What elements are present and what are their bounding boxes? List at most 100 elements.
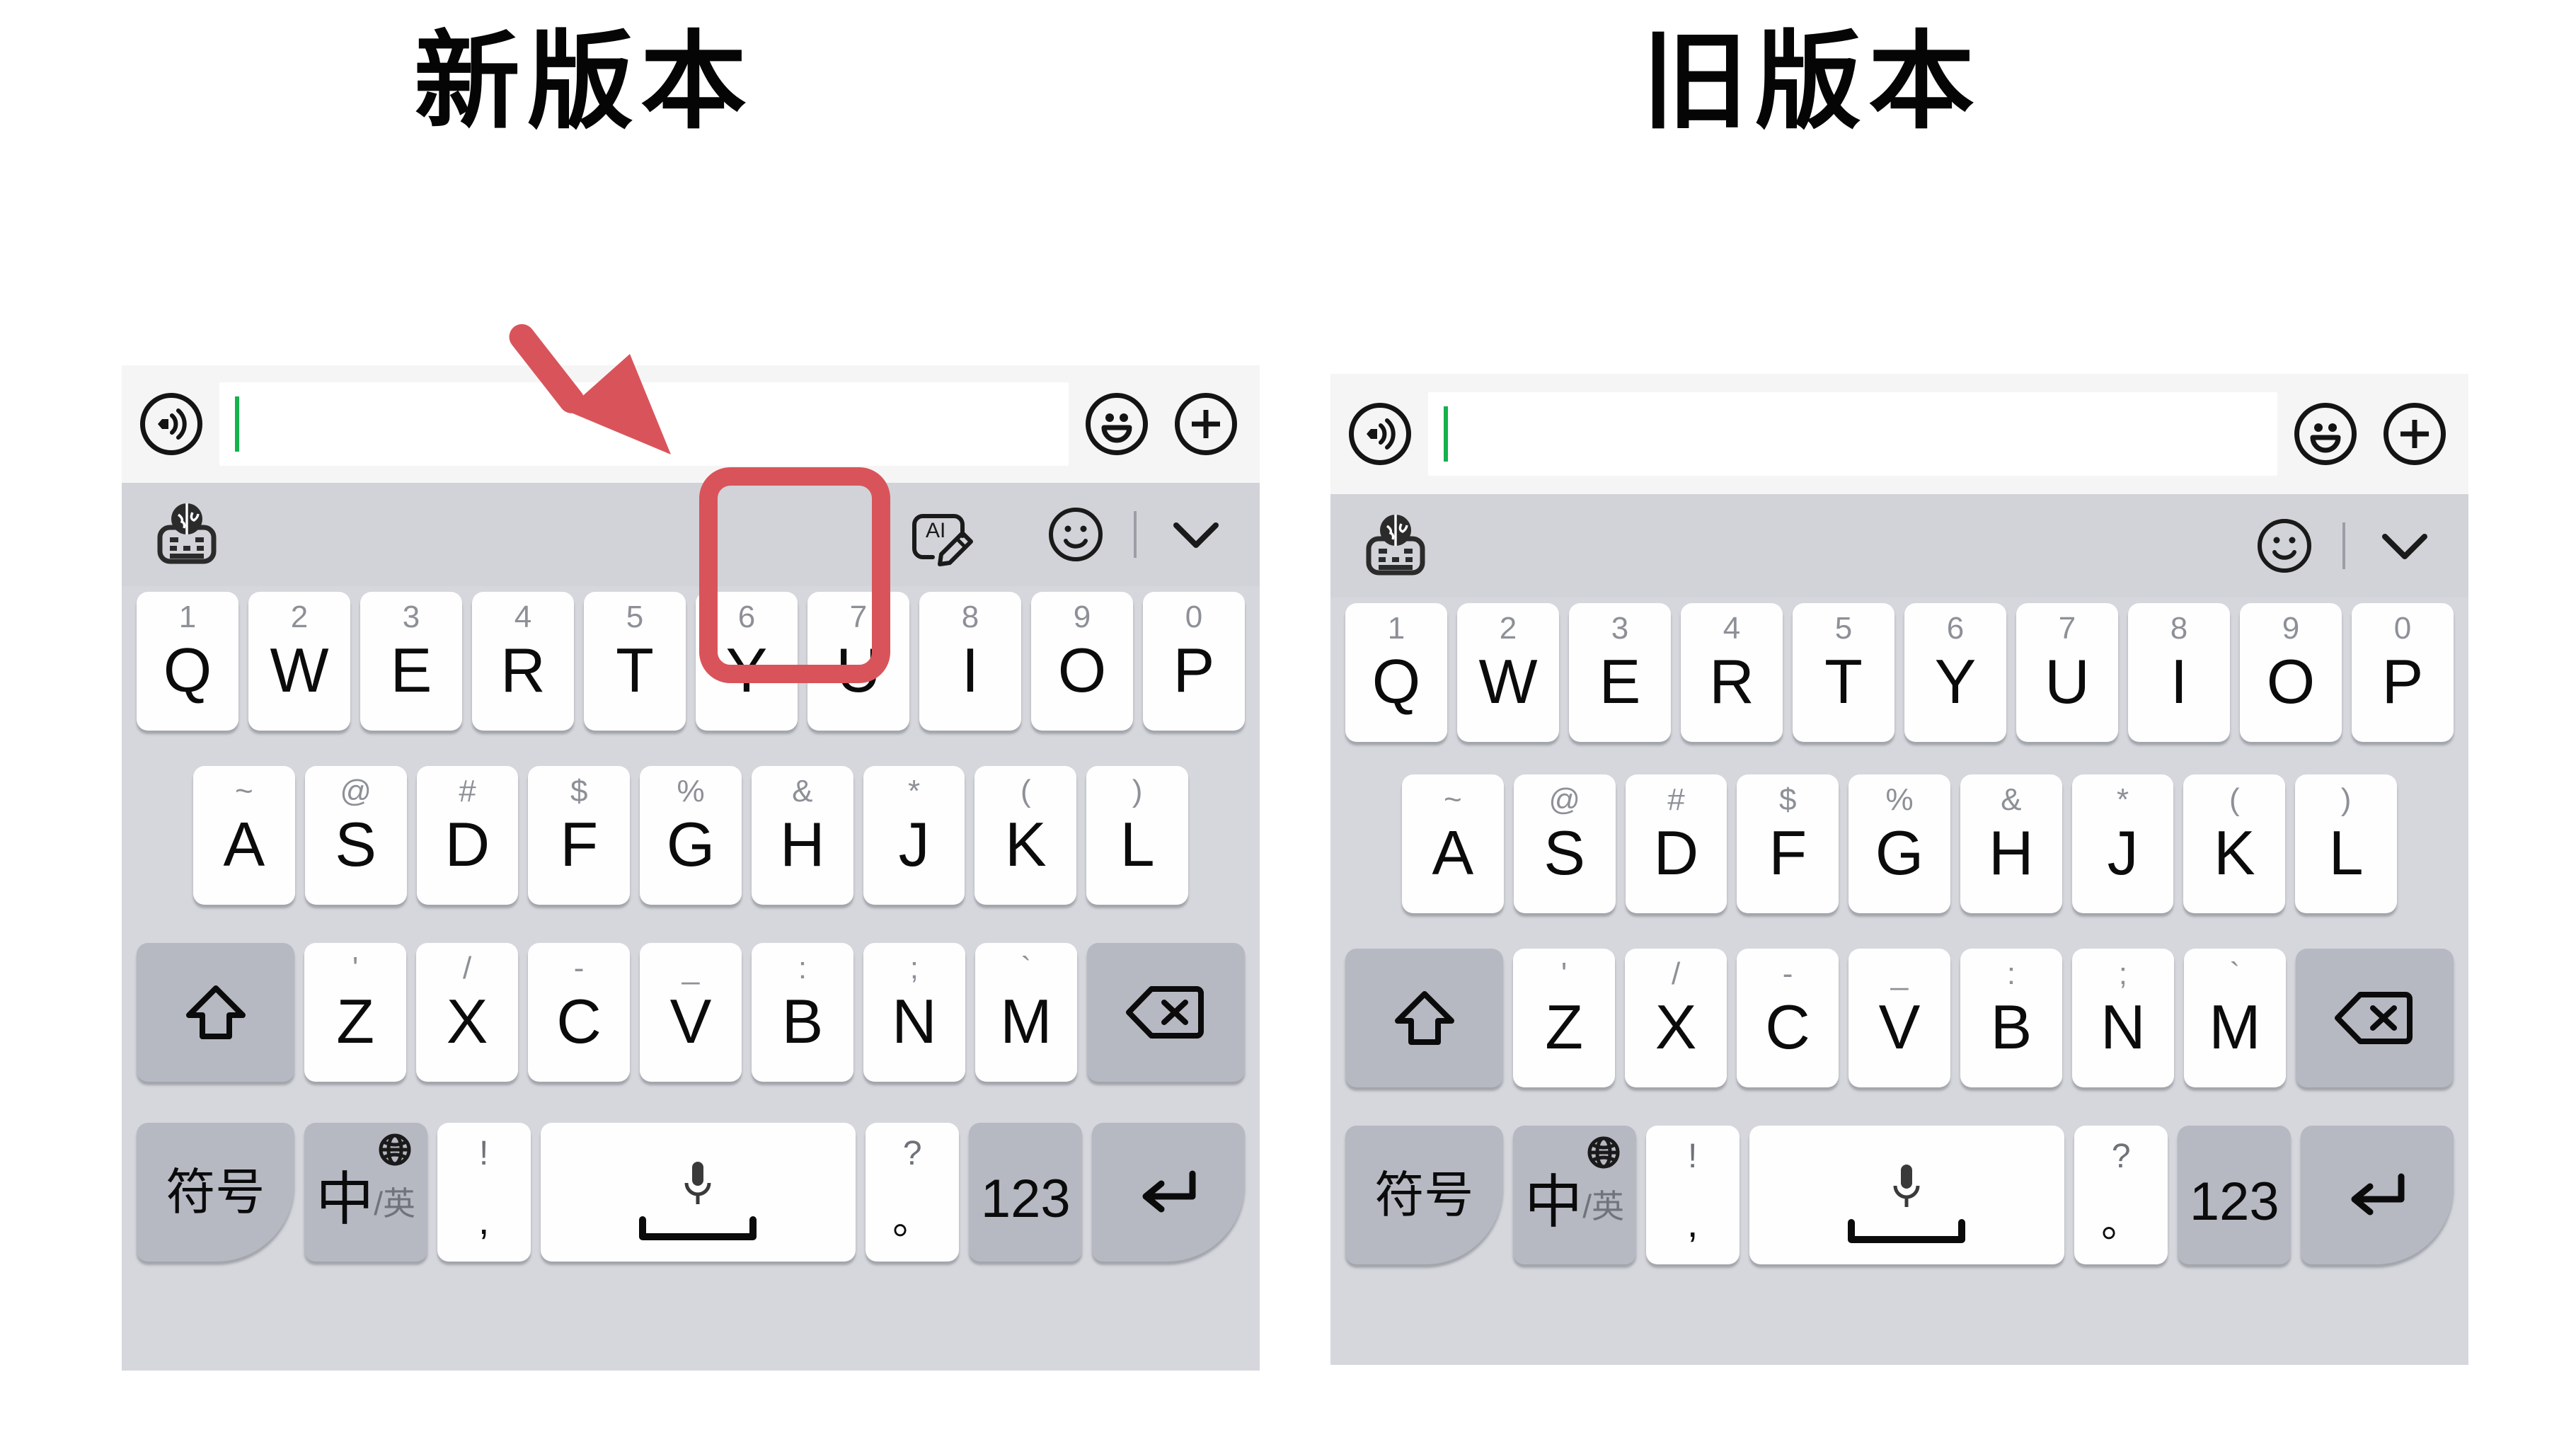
- chevron-down-icon[interactable]: [2369, 521, 2440, 571]
- smiley-outline-icon[interactable]: [2250, 512, 2318, 580]
- symbol-key[interactable]: 符号: [137, 1123, 294, 1262]
- key-sup: ': [352, 951, 359, 985]
- key-b[interactable]: :B: [1960, 949, 2062, 1087]
- key-y[interactable]: 6Y: [696, 592, 798, 731]
- key-p[interactable]: 0P: [1143, 592, 1245, 731]
- key-p[interactable]: 0P: [2352, 603, 2454, 742]
- plus-circle-icon[interactable]: [1175, 393, 1237, 455]
- key-s[interactable]: @ S: [304, 766, 407, 905]
- key-label: D: [444, 809, 490, 879]
- svg-text:AI: AI: [926, 519, 945, 542]
- comma-key[interactable]: ! ,: [1645, 1126, 1740, 1264]
- key-v[interactable]: _ V: [1848, 949, 1950, 1087]
- key-w[interactable]: 2W: [1457, 603, 1559, 742]
- key-o[interactable]: 9O: [1031, 592, 1133, 731]
- key-s[interactable]: @ S: [1513, 774, 1616, 913]
- key-k[interactable]: (K: [974, 766, 1077, 905]
- key-e[interactable]: 3E: [1569, 603, 1671, 742]
- key-q[interactable]: 1Q: [137, 592, 238, 731]
- key-i[interactable]: 8I: [919, 592, 1021, 731]
- key-d[interactable]: # D: [1625, 774, 1727, 913]
- key-sup: $: [570, 774, 588, 808]
- key-a[interactable]: ~ A: [1401, 774, 1504, 913]
- voice-wave-icon[interactable]: [1349, 403, 1411, 465]
- shift-key[interactable]: [1345, 949, 1504, 1087]
- key-l[interactable]: ) L: [1086, 766, 1189, 905]
- symbol-key[interactable]: 符号: [1345, 1126, 1503, 1264]
- key-t[interactable]: 5T: [1793, 603, 1894, 742]
- key-label: T: [616, 635, 654, 705]
- key-j[interactable]: * J: [2071, 774, 2174, 913]
- ai-edit-icon[interactable]: AI: [909, 498, 982, 571]
- language-toggle-key[interactable]: 中 /英: [304, 1123, 427, 1262]
- spacebar-key[interactable]: [1749, 1126, 2065, 1264]
- key-h[interactable]: & H: [751, 766, 853, 905]
- key-d[interactable]: # D: [416, 766, 519, 905]
- enter-key[interactable]: [1092, 1123, 1245, 1262]
- key-e[interactable]: 3E: [360, 592, 462, 731]
- key-c[interactable]: -C: [528, 943, 631, 1082]
- key-sup: 2: [290, 600, 309, 634]
- key-label: A: [1432, 818, 1474, 888]
- key-i[interactable]: 8I: [2128, 603, 2230, 742]
- key-m[interactable]: ` M: [2183, 949, 2286, 1087]
- lang-primary-label: 中: [1524, 1170, 1583, 1235]
- key-label: X: [1655, 992, 1697, 1062]
- key-z[interactable]: ' Z: [1513, 949, 1616, 1087]
- key-n[interactable]: ; N: [2071, 949, 2174, 1087]
- key-label: W: [1478, 646, 1538, 716]
- key-k[interactable]: (K: [2183, 774, 2286, 913]
- key-t[interactable]: 5T: [584, 592, 686, 731]
- key-h[interactable]: & H: [1960, 774, 2062, 913]
- key-w[interactable]: 2W: [248, 592, 350, 731]
- key-q[interactable]: 1Q: [1345, 603, 1447, 742]
- key-r[interactable]: 4R: [1681, 603, 1783, 742]
- key-u[interactable]: 7U: [807, 592, 909, 731]
- comma-key[interactable]: ! ,: [437, 1123, 531, 1262]
- chevron-down-icon[interactable]: [1161, 510, 1231, 559]
- globe-keyboard-icon[interactable]: [1359, 509, 1432, 583]
- period-key[interactable]: ? 。: [866, 1123, 960, 1262]
- keyboard-row-4: 符号 中 /英 ! , ? 。 123: [1340, 1124, 2459, 1300]
- backspace-key[interactable]: [1086, 943, 1245, 1082]
- key-g[interactable]: % G: [1848, 774, 1950, 913]
- key-y[interactable]: 6Y: [1904, 603, 2006, 742]
- key-o[interactable]: 9O: [2240, 603, 2342, 742]
- shift-key[interactable]: [137, 943, 295, 1082]
- key-label: J: [898, 809, 930, 879]
- key-x[interactable]: / X: [1625, 949, 1727, 1087]
- key-r[interactable]: 4R: [472, 592, 574, 731]
- text-cursor: [235, 396, 239, 452]
- key-n[interactable]: ; N: [863, 943, 965, 1082]
- key-j[interactable]: * J: [863, 766, 965, 905]
- enter-key[interactable]: [2301, 1126, 2454, 1264]
- key-c[interactable]: -C: [1737, 949, 1839, 1087]
- numeric-key[interactable]: 123: [969, 1123, 1083, 1262]
- language-toggle-key[interactable]: 中 /英: [1512, 1126, 1636, 1264]
- key-f[interactable]: $ F: [528, 766, 631, 905]
- key-sup: :: [798, 951, 807, 985]
- key-label: G: [666, 809, 715, 879]
- key-x[interactable]: / X: [416, 943, 519, 1082]
- key-u[interactable]: 7U: [2016, 603, 2118, 742]
- spacebar-key[interactable]: [540, 1123, 856, 1262]
- key-l[interactable]: ) L: [2295, 774, 2398, 913]
- voice-wave-icon[interactable]: [140, 393, 202, 455]
- key-b[interactable]: :B: [751, 943, 853, 1082]
- key-a[interactable]: ~ A: [192, 766, 295, 905]
- smiley-face-icon[interactable]: [2294, 403, 2357, 465]
- key-m[interactable]: ` M: [974, 943, 1077, 1082]
- smiley-face-icon[interactable]: [1086, 393, 1148, 455]
- key-z[interactable]: ' Z: [304, 943, 407, 1082]
- plus-circle-icon[interactable]: [2384, 403, 2446, 465]
- globe-keyboard-icon[interactable]: [150, 498, 224, 571]
- backspace-key[interactable]: [2295, 949, 2454, 1087]
- smiley-outline-icon[interactable]: [1042, 501, 1110, 568]
- numeric-key[interactable]: 123: [2178, 1126, 2292, 1264]
- key-g[interactable]: % G: [640, 766, 742, 905]
- key-v[interactable]: _ V: [640, 943, 742, 1082]
- key-f[interactable]: $ F: [1737, 774, 1839, 913]
- message-input-field[interactable]: [1428, 392, 2277, 476]
- period-key[interactable]: ? 。: [2074, 1126, 2168, 1264]
- keyboard-rows: 1Q 2W 3E 4R 5T 6Y 7U 8I 9O 0P ~ A @ S # D $…: [122, 586, 1260, 1300]
